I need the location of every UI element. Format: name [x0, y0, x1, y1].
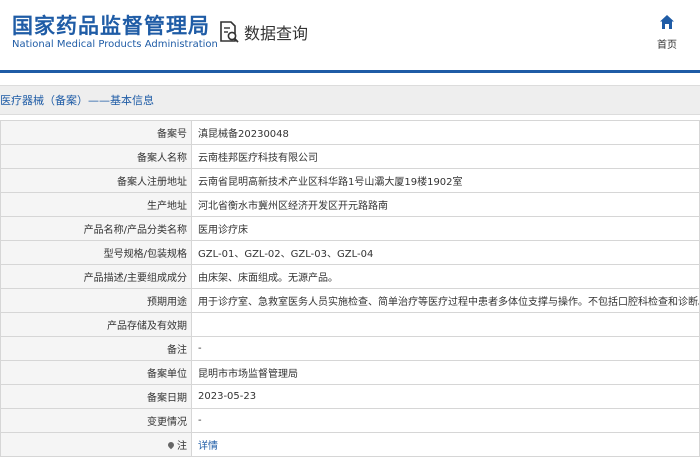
table-row: 变更情况 -	[0, 408, 700, 433]
field-value: 用于诊疗室、急救室医务人员实施检查、简单治疗等医疗过程中患者多体位支撑与操作。不…	[191, 288, 700, 313]
field-value: 云南桂邦医疗科技有限公司	[191, 144, 700, 169]
record-detail-table: 备案号 滇昆械备20230048 备案人名称 云南桂邦医疗科技有限公司 备案人注…	[0, 120, 700, 457]
table-row: 产品描述/主要组成成分 由床架、床面组成。无源产品。	[0, 264, 700, 289]
field-label: 型号规格/包装规格	[0, 240, 192, 265]
field-label: 产品描述/主要组成成分	[0, 264, 192, 289]
section-header: 医疗器械（备案）——基本信息	[0, 85, 700, 115]
details-link[interactable]: 详情	[198, 441, 218, 452]
table-row: 备案号 滇昆械备20230048	[0, 120, 700, 145]
field-label: 产品存储及有效期	[0, 312, 192, 337]
field-label: 备案人名称	[0, 144, 192, 169]
section-title: 医疗器械（备案）——基本信息	[0, 94, 154, 107]
field-label: 变更情况	[0, 408, 192, 433]
data-query-link[interactable]: 数据查询	[218, 20, 308, 44]
table-row: 备案日期 2023-05-23	[0, 384, 700, 409]
field-label: 生产地址	[0, 192, 192, 217]
note-label-cell: 注	[0, 432, 192, 457]
field-label: 备案人注册地址	[0, 168, 192, 193]
spacer	[0, 73, 700, 85]
table-row: 备案人注册地址 云南省昆明高新技术产业区科华路1号山灞大厦19楼1902室	[0, 168, 700, 193]
document-search-icon	[218, 20, 240, 44]
field-value: -	[191, 408, 700, 433]
table-row: 预期用途 用于诊疗室、急救室医务人员实施检查、简单治疗等医疗过程中患者多体位支撑…	[0, 288, 700, 313]
field-value: 详情	[191, 432, 700, 457]
pin-icon	[166, 440, 176, 450]
field-value: 滇昆械备20230048	[191, 120, 700, 145]
table-row: 产品名称/产品分类名称 医用诊疗床	[0, 216, 700, 241]
field-label: 预期用途	[0, 288, 192, 313]
site-header: 国家药品监督管理局 National Medical Products Admi…	[0, 0, 700, 70]
table-row: 产品存储及有效期	[0, 312, 700, 337]
field-label: 备案日期	[0, 384, 192, 409]
table-row: 备案人名称 云南桂邦医疗科技有限公司	[0, 144, 700, 169]
table-row: 型号规格/包装规格 GZL-01、GZL-02、GZL-03、GZL-04	[0, 240, 700, 265]
field-label: 产品名称/产品分类名称	[0, 216, 192, 241]
home-button[interactable]: 首页	[650, 14, 684, 51]
field-label: 备案号	[0, 120, 192, 145]
field-value: 医用诊疗床	[191, 216, 700, 241]
table-row: 备注 -	[0, 336, 700, 361]
site-logo-title[interactable]: 国家药品监督管理局	[12, 10, 210, 40]
field-value: 昆明市市场监督管理局	[191, 360, 700, 385]
table-row: 生产地址 河北省衡水市冀州区经济开发区开元路路南	[0, 192, 700, 217]
table-row: 备案单位 昆明市市场监督管理局	[0, 360, 700, 385]
home-icon	[650, 14, 684, 30]
field-value	[191, 312, 700, 337]
field-value: 由床架、床面组成。无源产品。	[191, 264, 700, 289]
field-value: 云南省昆明高新技术产业区科华路1号山灞大厦19楼1902室	[191, 168, 700, 193]
field-value: 2023-05-23	[191, 384, 700, 409]
field-value: 河北省衡水市冀州区经济开发区开元路路南	[191, 192, 700, 217]
field-value: GZL-01、GZL-02、GZL-03、GZL-04	[191, 240, 700, 265]
table-row: 注 详情	[0, 432, 700, 457]
site-logo-subtitle: National Medical Products Administration	[12, 39, 218, 50]
field-label: 注	[177, 441, 187, 452]
field-value: -	[191, 336, 700, 361]
data-query-label: 数据查询	[244, 24, 309, 43]
home-label: 首页	[657, 40, 677, 51]
field-label: 备注	[0, 336, 192, 361]
field-label: 备案单位	[0, 360, 192, 385]
